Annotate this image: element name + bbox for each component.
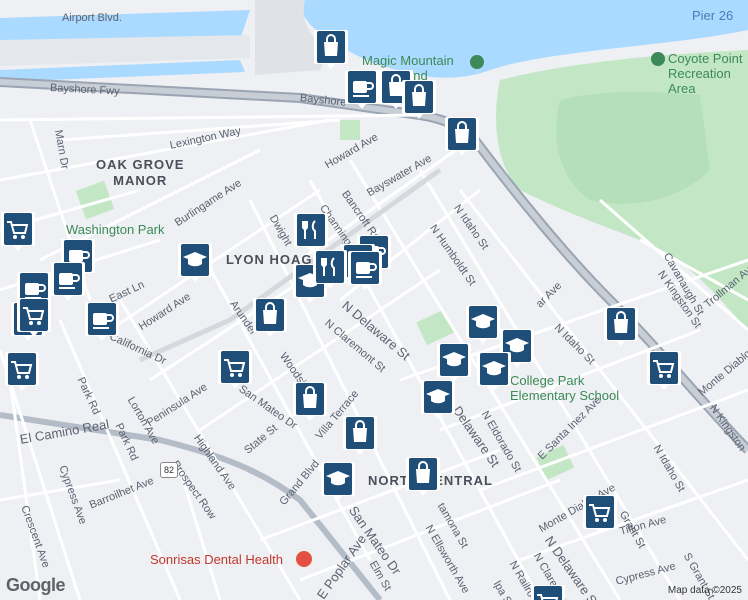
coffee-marker-icon[interactable]	[84, 300, 120, 342]
shopping-bag-marker-icon[interactable]	[603, 305, 639, 347]
poi-label-washington-park[interactable]: Washington Park	[66, 222, 165, 237]
shopping-bag-marker-icon[interactable]	[292, 380, 328, 422]
map-attribution[interactable]: Map data ©2025	[668, 585, 742, 596]
shopping-cart-marker-icon[interactable]	[4, 350, 40, 392]
school-marker-icon[interactable]	[476, 350, 512, 392]
poi-label-pier-26[interactable]: Pier 26	[692, 8, 733, 23]
coffee-marker-icon[interactable]	[344, 68, 380, 110]
google-logo: Google	[6, 575, 66, 595]
shopping-cart-marker-icon[interactable]	[0, 210, 36, 252]
poi-label-coyote-point[interactable]: Coyote Point Recreation Area	[668, 51, 748, 96]
coffee-marker-icon[interactable]	[50, 260, 86, 302]
shopping-bag-marker-icon[interactable]	[342, 414, 378, 456]
shopping-cart-marker-icon[interactable]	[217, 348, 253, 390]
area-label-oak-grove-manor: OAK GROVE MANOR	[96, 157, 185, 188]
dental-pin-icon[interactable]	[296, 551, 312, 567]
shopping-bag-marker-icon[interactable]	[401, 78, 437, 120]
park-pin-icon[interactable]	[651, 52, 665, 66]
school-marker-icon[interactable]	[177, 241, 213, 283]
shopping-cart-marker-icon[interactable]	[582, 493, 618, 535]
shopping-cart-marker-icon[interactable]	[16, 296, 52, 338]
street-label: Airport Blvd.	[62, 12, 122, 24]
park-pin-icon[interactable]	[470, 55, 484, 69]
school-marker-icon[interactable]	[420, 378, 456, 420]
poi-label-sonrisas-dental[interactable]: Sonrisas Dental Health	[150, 552, 283, 567]
shopping-bag-marker-icon[interactable]	[444, 115, 480, 157]
restaurant-marker-icon[interactable]	[312, 248, 348, 290]
school-marker-icon[interactable]	[320, 460, 356, 502]
poi-label-college-park[interactable]: College Park Elementary School	[510, 373, 620, 403]
shopping-bag-marker-icon[interactable]	[252, 296, 288, 338]
restaurant-marker-icon[interactable]	[293, 211, 329, 253]
shopping-cart-marker-icon[interactable]	[646, 349, 682, 391]
school-marker-icon[interactable]	[465, 303, 501, 345]
shopping-cart-marker-icon[interactable]	[530, 583, 566, 600]
shopping-bag-marker-icon[interactable]	[313, 28, 349, 70]
map-canvas[interactable]: OAK GROVE MANOR LYON HOAG NORTH CENTRAL …	[0, 0, 748, 600]
coffee-marker-icon[interactable]	[347, 249, 383, 291]
route-82-shield: 82	[160, 462, 178, 478]
school-marker-icon[interactable]	[436, 341, 472, 383]
shopping-bag-marker-icon[interactable]	[405, 455, 441, 497]
